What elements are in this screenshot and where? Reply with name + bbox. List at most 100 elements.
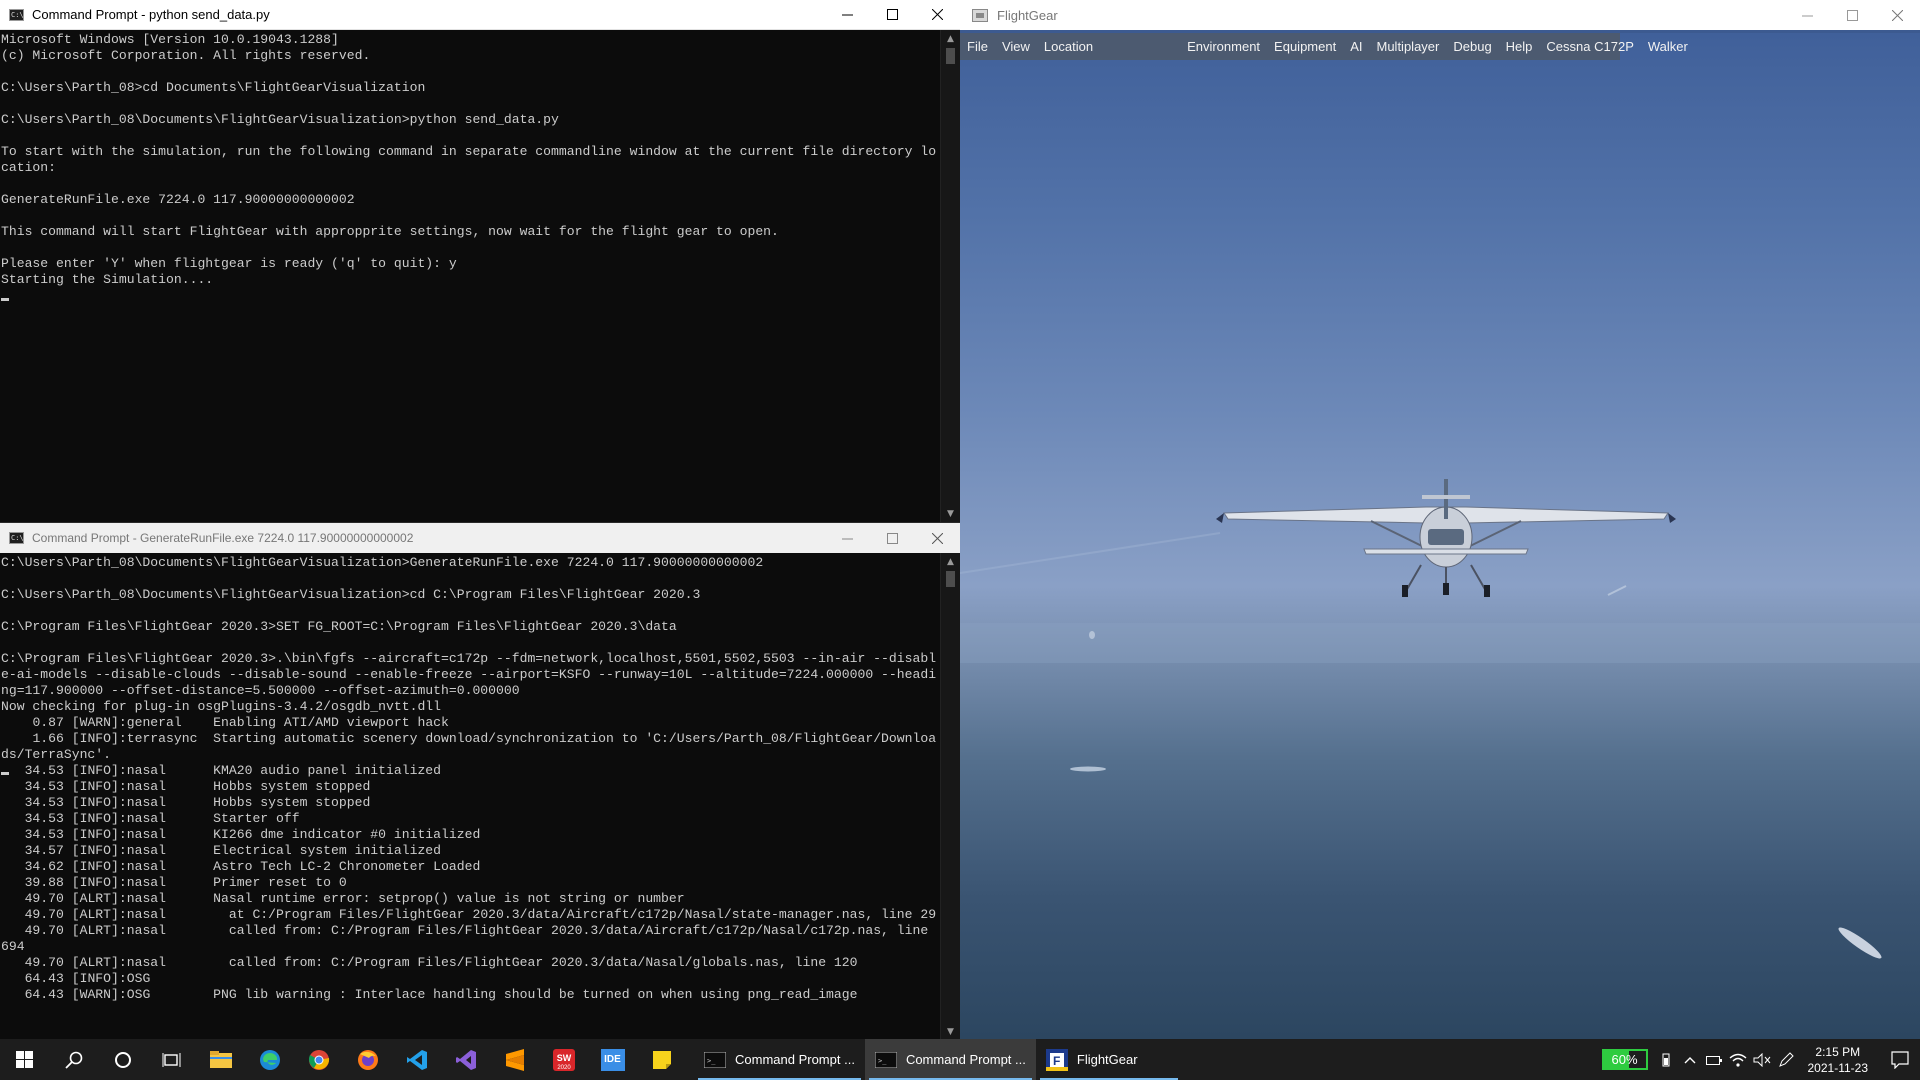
- console-line: C:\Program Files\FlightGear 2020.3>.\bin…: [1, 651, 937, 698]
- maximize-button[interactable]: [870, 0, 915, 30]
- console-line: (c) Microsoft Corporation. All rights re…: [1, 48, 371, 63]
- show-hidden-icons-chevron-icon[interactable]: [1678, 1039, 1702, 1080]
- close-button[interactable]: [915, 523, 960, 553]
- maximize-button[interactable]: [1830, 0, 1875, 30]
- close-icon: [932, 532, 943, 544]
- menu-file[interactable]: File: [960, 39, 995, 54]
- clock[interactable]: 2:15 PM 2021-11-23: [1798, 1044, 1881, 1076]
- menu-environment[interactable]: Environment: [1180, 39, 1267, 54]
- menu-cessna-c172p[interactable]: Cessna C172P: [1539, 39, 1640, 54]
- power-battery-icon[interactable]: [1702, 1039, 1726, 1080]
- menu-walker[interactable]: Walker: [1641, 39, 1695, 54]
- solidworks-icon[interactable]: SW 2020: [539, 1039, 588, 1080]
- flightgear-app-icon: [972, 8, 988, 22]
- text-cursor: [1, 298, 9, 301]
- console-line: 34.53 [INFO]:nasal KMA20 audio panel ini…: [1, 763, 442, 778]
- taskbar: SW 2020 IDE >_ Command Prompt ... >_ Comm…: [0, 1039, 1920, 1080]
- console-line: 1.66 [INFO]:terrasync Starting automatic…: [1, 731, 937, 762]
- close-button[interactable]: [1875, 0, 1920, 30]
- command-prompt-window-top[interactable]: C:\ Command Prompt - python send_data.py…: [0, 0, 960, 522]
- wifi-icon[interactable]: [1726, 1039, 1750, 1080]
- windows-start-icon[interactable]: [0, 1039, 49, 1080]
- window-title: FlightGear: [997, 7, 1058, 23]
- pen-workspace-icon[interactable]: [1774, 1039, 1798, 1080]
- svg-text:SW: SW: [556, 1053, 571, 1063]
- ide-icon[interactable]: IDE: [588, 1039, 637, 1080]
- distant-cloud: [1838, 927, 1882, 959]
- battery-plug-icon[interactable]: [1654, 1039, 1678, 1080]
- menu-equipment[interactable]: Equipment: [1267, 39, 1343, 54]
- console-line: C:\Program Files\FlightGear 2020.3>SET F…: [1, 619, 677, 634]
- taskbar-task-flightgear[interactable]: F FlightGear: [1036, 1039, 1182, 1080]
- svg-text:>_: >_: [878, 1057, 887, 1065]
- search-icon[interactable]: [49, 1039, 98, 1080]
- flight-viewport[interactable]: File View Location Environment Equipment…: [960, 33, 1920, 1039]
- task-view-icon[interactable]: [147, 1039, 196, 1080]
- window-titlebar[interactable]: FlightGear: [960, 0, 1920, 30]
- distant-cloud: [1070, 766, 1106, 772]
- scrollbar-thumb[interactable]: [946, 571, 955, 587]
- cessna-aircraft: [1216, 479, 1676, 597]
- cmd-task-icon: >_: [874, 1051, 897, 1068]
- edge-icon[interactable]: [245, 1039, 294, 1080]
- minimize-icon: [842, 538, 853, 539]
- maximize-icon: [887, 9, 898, 20]
- console-line: Now checking for plug-in osgPlugins-3.4.…: [1, 699, 442, 714]
- minimize-button[interactable]: [1785, 0, 1830, 30]
- command-prompt-window-bottom[interactable]: C:\ Command Prompt - GenerateRunFile.exe…: [0, 522, 960, 1040]
- console-line: 34.53 [INFO]:nasal Starter off: [1, 811, 300, 826]
- visual-studio-icon[interactable]: [441, 1039, 490, 1080]
- battery-indicator[interactable]: 60%: [1601, 1049, 1648, 1070]
- volume-muted-icon[interactable]: [1750, 1039, 1774, 1080]
- svg-text:2020: 2020: [557, 1065, 571, 1071]
- console-line: GenerateRunFile.exe 7224.0 117.900000000…: [1, 192, 355, 207]
- menu-help[interactable]: Help: [1499, 39, 1540, 54]
- cortana-icon[interactable]: [98, 1039, 147, 1080]
- console-line: Starting the Simulation....: [1, 272, 214, 287]
- chrome-icon[interactable]: [294, 1039, 343, 1080]
- close-button[interactable]: [915, 0, 960, 30]
- console-line: 49.70 [ALRT]:nasal called from: C:/Progr…: [1, 955, 858, 970]
- vscode-icon[interactable]: [392, 1039, 441, 1080]
- console-line: C:\Users\Parth_08\Documents\FlightGearVi…: [1, 587, 701, 602]
- firefox-icon[interactable]: [343, 1039, 392, 1080]
- menu-debug[interactable]: Debug: [1446, 39, 1498, 54]
- taskbar-task-command-prompt-2[interactable]: >_ Command Prompt ...: [864, 1039, 1036, 1080]
- flightgear-menubar: File View Location Environment Equipment…: [960, 33, 1688, 60]
- console-output[interactable]: C:\Users\Parth_08\Documents\FlightGearVi…: [1, 555, 939, 1040]
- sticky-notes-icon[interactable]: [637, 1039, 686, 1080]
- window-titlebar[interactable]: C:\ Command Prompt - python send_data.py: [0, 0, 960, 30]
- maximize-button[interactable]: [870, 523, 915, 553]
- scroll-up-icon[interactable]: ▲: [941, 30, 960, 47]
- menu-multiplayer[interactable]: Multiplayer: [1370, 39, 1447, 54]
- file-explorer-icon[interactable]: [196, 1039, 245, 1080]
- menu-location[interactable]: Location: [1037, 39, 1100, 54]
- vertical-scrollbar[interactable]: ▲ ▼: [940, 553, 960, 1040]
- maximize-icon: [887, 532, 898, 544]
- flightgear-window[interactable]: FlightGear File View Location Environmen…: [960, 0, 1920, 1039]
- text-cursor: [1, 772, 9, 775]
- minimize-button[interactable]: [825, 523, 870, 553]
- menu-ai[interactable]: AI: [1343, 39, 1369, 54]
- console-line: C:\Users\Parth_08>cd Documents\FlightGea…: [1, 80, 426, 95]
- sublime-text-icon[interactable]: [490, 1039, 539, 1080]
- taskbar-task-command-prompt-1[interactable]: >_ Command Prompt ...: [694, 1039, 865, 1080]
- console-line: 49.70 [ALRT]:nasal Nasal runtime error: …: [1, 891, 685, 906]
- vertical-scrollbar[interactable]: ▲ ▼: [940, 30, 960, 522]
- console-output[interactable]: Microsoft Windows [Version 10.0.19043.12…: [1, 32, 939, 522]
- scroll-up-icon[interactable]: ▲: [941, 553, 960, 570]
- console-line: 49.70 [ALRT]:nasal at C:/Program Files/F…: [1, 907, 937, 922]
- cmd-app-icon: C:\: [9, 8, 24, 21]
- svg-text:>_: >_: [707, 1057, 716, 1065]
- notification-center-icon[interactable]: [1880, 1039, 1920, 1080]
- minimize-button[interactable]: [825, 0, 870, 30]
- menu-view[interactable]: View: [995, 39, 1037, 54]
- window-titlebar[interactable]: C:\ Command Prompt - GenerateRunFile.exe…: [0, 523, 960, 553]
- scroll-down-icon[interactable]: ▼: [941, 505, 960, 522]
- scrollbar-thumb[interactable]: [946, 48, 955, 64]
- console-line: 34.53 [INFO]:nasal Hobbs system stopped: [1, 795, 371, 810]
- scroll-down-icon[interactable]: ▼: [941, 1023, 960, 1040]
- console-line: 34.57 [INFO]:nasal Electrical system ini…: [1, 843, 442, 858]
